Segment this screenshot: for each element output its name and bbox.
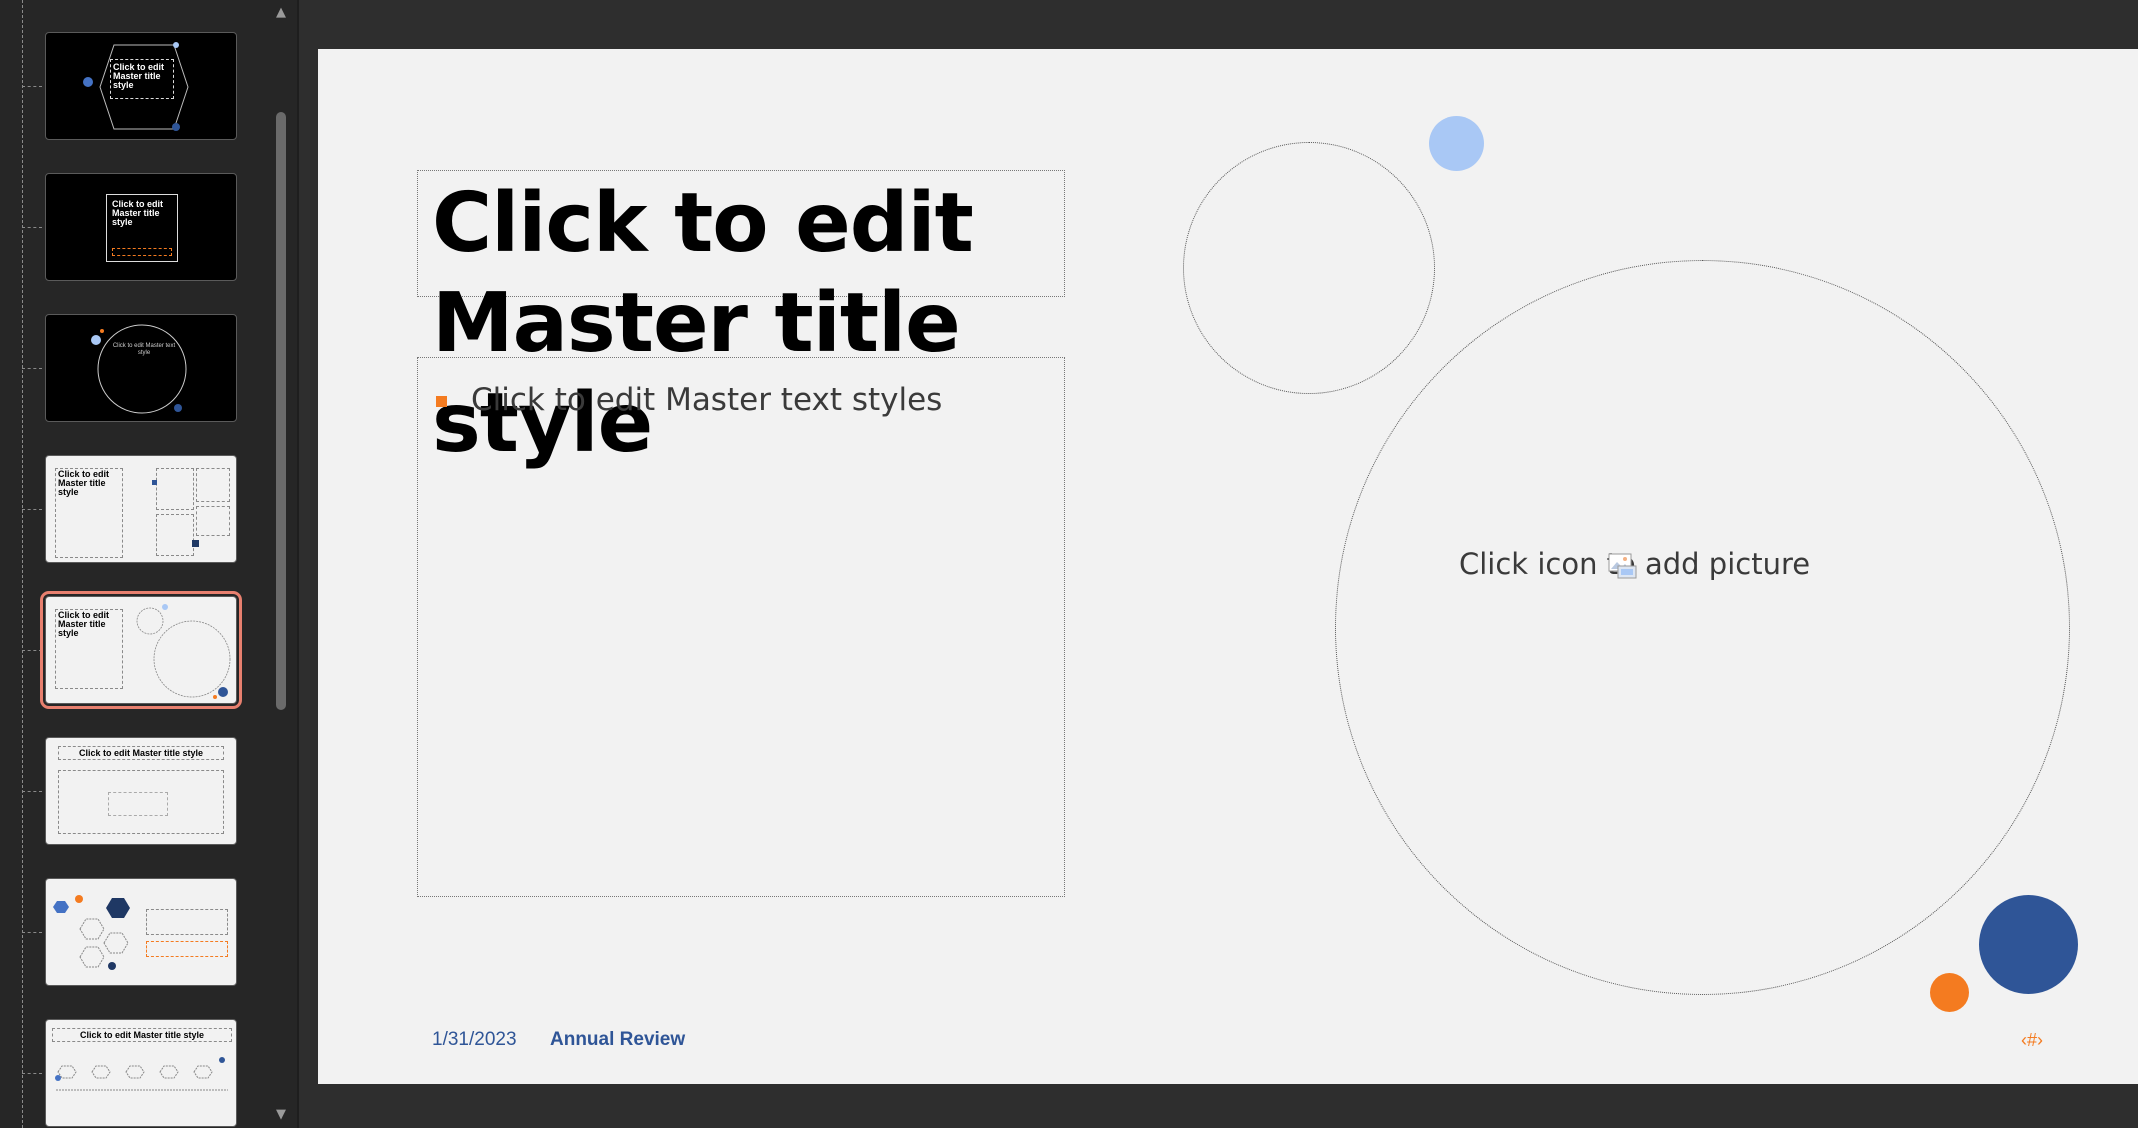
tree-connector bbox=[22, 650, 42, 651]
footer-date[interactable]: 1/31/2023 bbox=[432, 1029, 517, 1051]
circle-shape bbox=[91, 324, 187, 414]
thumbnail-4[interactable]: Click to edit Master title style bbox=[45, 455, 237, 563]
picture-placeholder[interactable] bbox=[1335, 260, 2070, 995]
thumbnail-3[interactable]: Click to edit Master text style bbox=[45, 314, 237, 422]
thumbnail-8[interactable]: Click to edit Master title style bbox=[45, 1019, 237, 1127]
scroll-down-icon[interactable]: ▼ bbox=[270, 1104, 292, 1126]
tree-connector bbox=[22, 368, 42, 369]
circle-shapes bbox=[136, 604, 231, 699]
scroll-up-icon[interactable]: ▲ bbox=[270, 2, 292, 24]
tree-connector bbox=[22, 509, 42, 510]
thumbnail-scrollbar[interactable]: ▲ ▼ bbox=[270, 0, 292, 1128]
insert-picture-icon[interactable] bbox=[1608, 552, 1638, 580]
tree-connector bbox=[22, 791, 42, 792]
tree-connector bbox=[22, 227, 42, 228]
slide-number[interactable]: ‹#› bbox=[2021, 1030, 2043, 1051]
footer-text[interactable]: Annual Review bbox=[550, 1029, 685, 1051]
tree-connector bbox=[22, 1073, 42, 1074]
pane-divider[interactable] bbox=[297, 0, 299, 1128]
thumbnail-5[interactable]: Click to edit Master title style bbox=[40, 591, 242, 709]
mini-accent bbox=[192, 540, 199, 547]
tree-connector bbox=[22, 86, 42, 87]
content-placeholder[interactable] bbox=[417, 357, 1065, 897]
thumbnail-1[interactable]: Click to edit Master title style bbox=[45, 32, 237, 140]
light-blue-circle bbox=[1429, 116, 1484, 171]
orange-circle bbox=[1930, 973, 1969, 1012]
thumbnail-6-title: Click to edit Master title style bbox=[78, 748, 204, 758]
mini-picture-box bbox=[156, 514, 194, 556]
thumbnail-2-title: Click to edit Master title style bbox=[112, 199, 164, 227]
slide-canvas[interactable]: Click to edit Master title style Click t… bbox=[318, 49, 2138, 1084]
thumbnail-7[interactable] bbox=[45, 878, 237, 986]
mini-picture-box bbox=[156, 468, 194, 510]
bullet-icon bbox=[436, 396, 447, 407]
thumbnail-1-title: Click to edit Master title style bbox=[113, 62, 165, 90]
slide-thumbnail-pane: Click to edit Master title style Click t… bbox=[0, 0, 297, 1128]
thumbnail-2[interactable]: Click to edit Master title style bbox=[45, 173, 237, 281]
mini-picture-box bbox=[196, 506, 230, 536]
small-circle-outline[interactable] bbox=[1183, 142, 1435, 394]
mini-accent bbox=[152, 480, 157, 485]
thumbnail-4-title: Click to edit Master title style bbox=[58, 469, 110, 497]
tree-connector bbox=[22, 932, 42, 933]
mini-text-box bbox=[146, 941, 228, 957]
process-shapes bbox=[55, 1057, 228, 1091]
layout-tree-line bbox=[22, 0, 23, 1128]
mini-title-box bbox=[146, 909, 228, 935]
mini-picture-box bbox=[196, 468, 230, 502]
thumbnail-6[interactable]: Click to edit Master title style bbox=[45, 737, 237, 845]
mini-icons bbox=[108, 792, 168, 816]
body-text[interactable]: Click to edit Master text styles bbox=[471, 382, 942, 418]
mini-date-box bbox=[112, 248, 172, 256]
thumbnail-3-title: Click to edit Master text style bbox=[112, 343, 176, 356]
dark-blue-circle bbox=[1979, 895, 2078, 994]
scrollbar-thumb[interactable] bbox=[276, 112, 286, 710]
